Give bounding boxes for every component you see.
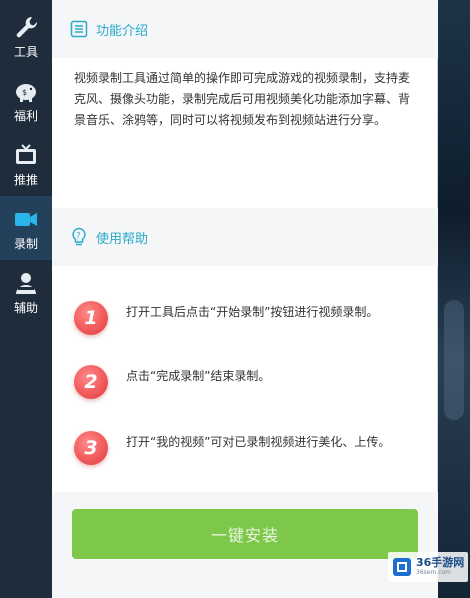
sidebar-item-record[interactable]: 录制 <box>0 196 52 260</box>
sidebar-item-label: 辅助 <box>13 301 38 315</box>
watermark: 36手游网 36sem.com <box>388 552 468 582</box>
help-title: 使用帮助 <box>96 231 149 247</box>
wrench-icon <box>16 16 38 38</box>
video-camera-icon <box>15 213 37 226</box>
document-icon <box>70 20 88 38</box>
help-step-2: 2 点击“完成录制”结束录制。 <box>74 362 414 402</box>
watermark-logo-icon <box>393 558 411 576</box>
helper-icon <box>16 273 36 294</box>
sidebar-item-assist[interactable]: 辅助 <box>0 260 52 324</box>
help-section-header: ? 使用帮助 <box>52 208 438 266</box>
step-number-badge: 2 <box>74 365 108 399</box>
step-number-badge: 3 <box>74 431 108 465</box>
step-text: 点击“完成录制”结束录制。 <box>126 368 271 383</box>
step-text: 打开“我的视频”可对已录制视频进行美化、上传。 <box>126 434 391 449</box>
sidebar-item-label: 推推 <box>13 173 38 187</box>
background-game-art <box>438 0 470 598</box>
step-number-badge: 1 <box>74 301 108 335</box>
intro-title: 功能介绍 <box>96 23 149 39</box>
svg-text:$: $ <box>22 88 27 97</box>
help-step-3: 3 打开“我的视频”可对已录制视频进行美化、上传。 <box>74 428 414 468</box>
sidebar-item-recommend[interactable]: 推推 <box>0 132 52 196</box>
piggy-bank-icon: $ <box>16 84 36 102</box>
sidebar-item-welfare[interactable]: $ 福利 <box>0 68 52 132</box>
tv-icon <box>16 144 36 164</box>
help-step-1: 1 打开工具后点击“开始录制”按钮进行视频录制。 <box>74 298 414 338</box>
step-text: 打开工具后点击“开始录制”按钮进行视频录制。 <box>126 304 379 319</box>
watermark-text: 36手游网 <box>416 556 465 569</box>
sidebar-item-label: 福利 <box>13 109 38 123</box>
watermark-subtext: 36sem.com <box>416 569 452 576</box>
sidebar-item-tools[interactable]: 工具 <box>0 4 52 68</box>
lightbulb-icon: ? <box>72 227 86 246</box>
one-click-install-button[interactable]: 一键安装 <box>72 509 418 559</box>
sidebar-item-label: 工具 <box>13 45 38 59</box>
record-tool-panel: 功能介绍 视频录制工具通过简单的操作即可完成游戏的视频录制，支持麦克风、摄像头功… <box>52 0 438 598</box>
intro-section-header: 功能介绍 <box>52 0 438 58</box>
svg-text:?: ? <box>76 231 80 240</box>
intro-text: 视频录制工具通过简单的操作即可完成游戏的视频录制，支持麦克风、摄像头功能，录制完… <box>74 71 411 127</box>
sidebar: 工具 $ 福利 推推 录制 辅助 <box>0 0 52 598</box>
sidebar-item-label: 录制 <box>13 237 38 251</box>
